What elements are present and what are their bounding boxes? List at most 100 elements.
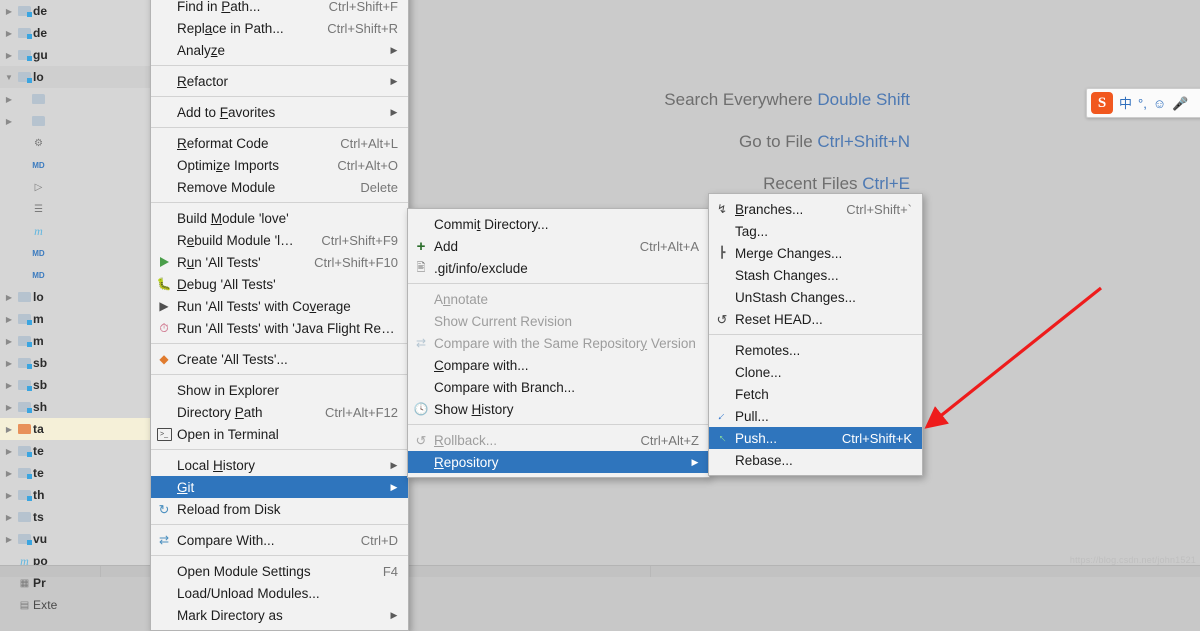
tree-expand-arrow-icon[interactable]: ▶ xyxy=(2,425,16,434)
menu-item-add[interactable]: +AddCtrl+Alt+A xyxy=(408,235,709,257)
sogou-logo-icon[interactable]: S xyxy=(1091,92,1113,114)
menu-item-load-unload-modules[interactable]: Load/Unload Modules... xyxy=(151,582,408,604)
tree-expand-arrow-icon[interactable]: ▶ xyxy=(2,117,16,126)
menu-item-optimize-imports[interactable]: Optimize ImportsCtrl+Alt+O xyxy=(151,154,408,176)
menu-item-directory-path[interactable]: Directory PathCtrl+Alt+F12 xyxy=(151,401,408,423)
tree-node[interactable]: ☰ xyxy=(0,198,150,220)
tree-expand-arrow-icon[interactable]: ▶ xyxy=(2,29,16,38)
tree-expand-arrow-icon[interactable]: ▶ xyxy=(2,535,16,544)
menu-item-find-in-path[interactable]: Find in Path...Ctrl+Shift+F xyxy=(151,0,408,17)
menu-item-reformat-code[interactable]: Reformat CodeCtrl+Alt+L xyxy=(151,132,408,154)
tree-node[interactable]: MD xyxy=(0,242,150,264)
menu-item-reset-head[interactable]: ↺Reset HEAD... xyxy=(709,308,922,330)
tree-node[interactable]: ▶gu xyxy=(0,44,150,66)
tree-node[interactable]: ▶lo xyxy=(0,286,150,308)
menu-item-fetch[interactable]: Fetch xyxy=(709,383,922,405)
menu-item-stash-changes[interactable]: Stash Changes... xyxy=(709,264,922,286)
tree-expand-arrow-icon[interactable]: ▶ xyxy=(2,403,16,412)
tree-node[interactable]: ▶m xyxy=(0,308,150,330)
ime-emoji-icon[interactable]: ☺ xyxy=(1153,97,1166,110)
menu-item-mark-directory-as[interactable]: Mark Directory as▶ xyxy=(151,604,408,626)
tree-expand-arrow-icon[interactable]: ▶ xyxy=(2,447,16,456)
ime-language-mode-icon[interactable]: 中 xyxy=(1119,97,1132,110)
tree-node[interactable]: ▶te xyxy=(0,462,150,484)
menu-item-remove-module[interactable]: Remove ModuleDelete xyxy=(151,176,408,198)
menu-item-add-to-favorites[interactable]: Add to Favorites▶ xyxy=(151,101,408,123)
tree-node[interactable]: m xyxy=(0,220,150,242)
tree-node[interactable]: ▶ts xyxy=(0,506,150,528)
tree-expand-arrow-icon[interactable]: ▼ xyxy=(2,73,16,82)
menu-item-run-all-tests-with-java-flight-recorder[interactable]: ⏱Run 'All Tests' with 'Java Flight Recor… xyxy=(151,317,408,339)
menu-item-remotes[interactable]: Remotes... xyxy=(709,339,922,361)
tree-expand-arrow-icon[interactable]: ▶ xyxy=(2,337,16,346)
sogou-input-method-toolbar[interactable]: S 中 °, ☺ 🎤 xyxy=(1086,88,1200,118)
repository-submenu[interactable]: ↯Branches...Ctrl+Shift+`Tag...┣Merge Cha… xyxy=(708,193,923,476)
menu-item-open-module-settings[interactable]: Open Module SettingsF4 xyxy=(151,560,408,582)
tree-node[interactable]: ▶de xyxy=(0,0,150,22)
tree-node[interactable]: MD xyxy=(0,154,150,176)
menu-item-run-all-tests-with-coverage[interactable]: ▶Run 'All Tests' with Coverage xyxy=(151,295,408,317)
tree-node[interactable]: ▶de xyxy=(0,22,150,44)
tree-expand-arrow-icon[interactable]: ▶ xyxy=(2,513,16,522)
tree-node[interactable]: ▼lo xyxy=(0,66,150,88)
menu-item-rebuild-module-love[interactable]: Rebuild Module 'love'Ctrl+Shift+F9 xyxy=(151,229,408,251)
tree-expand-arrow-icon[interactable]: ▶ xyxy=(2,51,16,60)
menu-item-run-all-tests[interactable]: Run 'All Tests'Ctrl+Shift+F10 xyxy=(151,251,408,273)
ime-punctuation-icon[interactable]: °, xyxy=(1138,97,1147,110)
menu-item-show-in-explorer[interactable]: Show in Explorer xyxy=(151,379,408,401)
tree-node[interactable]: ▶te xyxy=(0,440,150,462)
menu-item-clone[interactable]: Clone... xyxy=(709,361,922,383)
menu-item-tag[interactable]: Tag... xyxy=(709,220,922,242)
menu-item-show-history[interactable]: 🕓Show History xyxy=(408,398,709,420)
menu-item-git[interactable]: Git▶ xyxy=(151,476,408,498)
tree-expand-arrow-icon[interactable]: ▶ xyxy=(2,7,16,16)
menu-item-open-in-terminal[interactable]: >_Open in Terminal xyxy=(151,423,408,445)
tree-node[interactable]: MD xyxy=(0,264,150,286)
tree-node[interactable]: ▶ xyxy=(0,88,150,110)
directory-context-menu[interactable]: Find in Path...Ctrl+Shift+FReplace in Pa… xyxy=(150,0,409,631)
menu-item-debug-all-tests[interactable]: 🐛Debug 'All Tests' xyxy=(151,273,408,295)
tree-node[interactable]: ▶sb xyxy=(0,352,150,374)
project-tool-window[interactable]: ▶de▶de▶gu▼lo▶▶⚙MD▷☰mMDMD▶lo▶m▶m▶sb▶sb▶sh… xyxy=(0,0,150,577)
ime-voice-icon[interactable]: 🎤 xyxy=(1172,97,1188,110)
tree-node[interactable]: ▶sb xyxy=(0,374,150,396)
menu-item-merge-changes[interactable]: ┣Merge Changes... xyxy=(709,242,922,264)
menu-item-push[interactable]: ↑Push...Ctrl+Shift+K xyxy=(709,427,922,449)
tree-node[interactable]: ▶sh xyxy=(0,396,150,418)
tree-expand-arrow-icon[interactable]: ▶ xyxy=(2,315,16,324)
menu-item-replace-in-path[interactable]: Replace in Path...Ctrl+Shift+R xyxy=(151,17,408,39)
tree-expand-arrow-icon[interactable]: ▶ xyxy=(2,491,16,500)
menu-item-local-history[interactable]: Local History▶ xyxy=(151,454,408,476)
menu-item-compare-with[interactable]: ⇄Compare With...Ctrl+D xyxy=(151,529,408,551)
menu-item-create-all-tests[interactable]: ◆Create 'All Tests'... xyxy=(151,348,408,370)
menu-item-unstash-changes[interactable]: UnStash Changes... xyxy=(709,286,922,308)
tree-expand-arrow-icon[interactable]: ▶ xyxy=(2,359,16,368)
menu-item-shortcut: Ctrl+Alt+O xyxy=(337,158,398,173)
tree-expand-arrow-icon[interactable]: ▶ xyxy=(2,469,16,478)
menu-item-pull[interactable]: ↓Pull... xyxy=(709,405,922,427)
menu-item-analyze[interactable]: Analyze▶ xyxy=(151,39,408,61)
menu-item-branches[interactable]: ↯Branches...Ctrl+Shift+` xyxy=(709,198,922,220)
tree-node[interactable]: ▶ta xyxy=(0,418,150,440)
tree-node[interactable]: ▷ xyxy=(0,176,150,198)
git-submenu[interactable]: Commit Directory...+AddCtrl+Alt+A🖹.git/i… xyxy=(407,208,710,478)
menu-item-compare-with-branch[interactable]: Compare with Branch... xyxy=(408,376,709,398)
tree-node[interactable]: ▤Exte xyxy=(0,594,150,616)
menu-item-rebase[interactable]: Rebase... xyxy=(709,449,922,471)
menu-item-commit-directory[interactable]: Commit Directory... xyxy=(408,213,709,235)
tree-expand-arrow-icon[interactable]: ▶ xyxy=(2,293,16,302)
chevron-right-icon: ▶ xyxy=(390,482,398,493)
tree-node[interactable]: ▶th xyxy=(0,484,150,506)
tree-node[interactable]: ⚙ xyxy=(0,132,150,154)
menu-item-reload-from-disk[interactable]: ↻Reload from Disk xyxy=(151,498,408,520)
tree-node[interactable]: ▶m xyxy=(0,330,150,352)
menu-item-compare-with[interactable]: Compare with... xyxy=(408,354,709,376)
tree-expand-arrow-icon[interactable]: ▶ xyxy=(2,381,16,390)
menu-item-build-module-love[interactable]: Build Module 'love' xyxy=(151,207,408,229)
tree-node[interactable]: ▶vu xyxy=(0,528,150,550)
menu-item-git-info-exclude[interactable]: 🖹.git/info/exclude xyxy=(408,257,709,279)
tree-node[interactable]: ▶ xyxy=(0,110,150,132)
menu-item-refactor[interactable]: Refactor▶ xyxy=(151,70,408,92)
tree-expand-arrow-icon[interactable]: ▶ xyxy=(2,95,16,104)
menu-item-repository[interactable]: Repository▶ xyxy=(408,451,709,473)
